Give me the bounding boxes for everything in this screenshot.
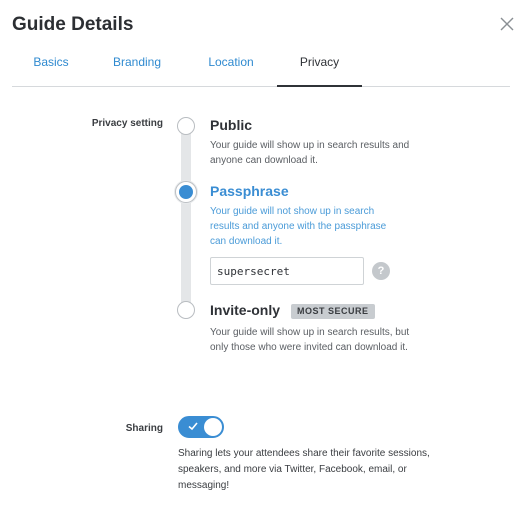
radio-public[interactable]	[177, 117, 195, 135]
toggle-knob	[204, 418, 222, 436]
close-icon[interactable]	[500, 17, 514, 31]
page-title: Guide Details	[12, 14, 134, 35]
tab-basics[interactable]: Basics	[18, 44, 84, 87]
tab-bar: Basics Branding Location Privacy	[12, 44, 510, 87]
option-passphrase-title: Passphrase	[210, 183, 289, 199]
sharing-label: Sharing	[125, 423, 163, 434]
option-invite-description: Your guide will show up in search result…	[210, 327, 410, 353]
sharing-description: Sharing lets your attendees share their …	[178, 448, 430, 491]
tab-branding[interactable]: Branding	[104, 44, 170, 87]
sharing-toggle[interactable]	[178, 416, 224, 438]
option-passphrase-description: Your guide will not show up in search re…	[210, 206, 387, 247]
option-invite-title: Invite-only	[210, 302, 281, 318]
help-icon[interactable]: ?	[372, 262, 390, 280]
tab-location[interactable]: Location	[196, 44, 266, 87]
checkmark-icon	[188, 422, 198, 431]
tab-privacy[interactable]: Privacy	[277, 44, 362, 87]
privacy-setting-label: Privacy setting	[91, 118, 163, 129]
radio-track	[181, 128, 191, 311]
radio-passphrase[interactable]	[175, 181, 197, 203]
passphrase-input[interactable]	[210, 257, 364, 285]
most-secure-badge: MOST SECURE	[291, 304, 375, 319]
option-public-title: Public	[210, 117, 253, 133]
radio-invite-only[interactable]	[177, 301, 195, 319]
option-public-description: Your guide will show up in search result…	[210, 140, 410, 166]
